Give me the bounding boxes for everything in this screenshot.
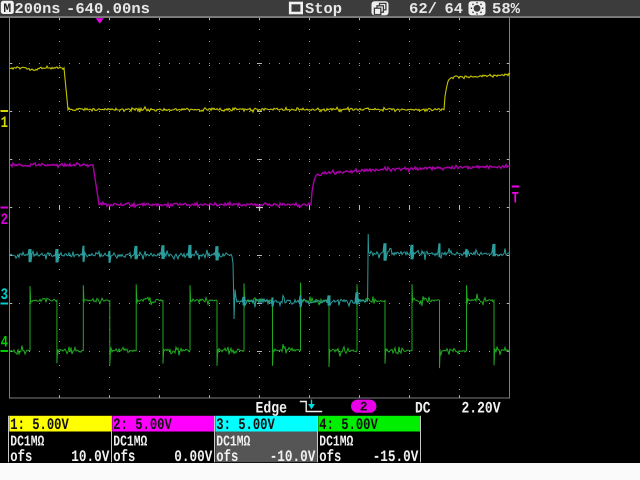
svg-text:1: 1 [1,114,8,132]
svg-text:-640.00ns: -640.00ns [66,1,150,18]
svg-text:62/: 62/ [409,1,437,18]
svg-text:2.20V: 2.20V [462,399,501,417]
svg-text:DC: DC [415,399,431,417]
svg-text:2: 2 [1,211,8,229]
svg-text:2: 2 [360,400,368,415]
svg-text:64: 64 [445,1,464,18]
svg-text:4: 4 [1,334,9,352]
svg-text:58%: 58% [492,1,521,18]
svg-text:T: T [512,189,519,207]
svg-text:1: 5.00V: 1: 5.00V [10,416,69,434]
svg-text:Stop: Stop [305,1,342,18]
svg-text:4: 5.00V: 4: 5.00V [319,416,378,434]
svg-text:2: 5.00V: 2: 5.00V [113,416,172,434]
svg-text:3: 3 [1,286,8,304]
svg-text:M: M [3,1,11,16]
svg-text:200ns: 200ns [15,1,61,18]
svg-text:3: 5.00V: 3: 5.00V [216,416,275,434]
svg-text:Edge: Edge [256,399,288,417]
